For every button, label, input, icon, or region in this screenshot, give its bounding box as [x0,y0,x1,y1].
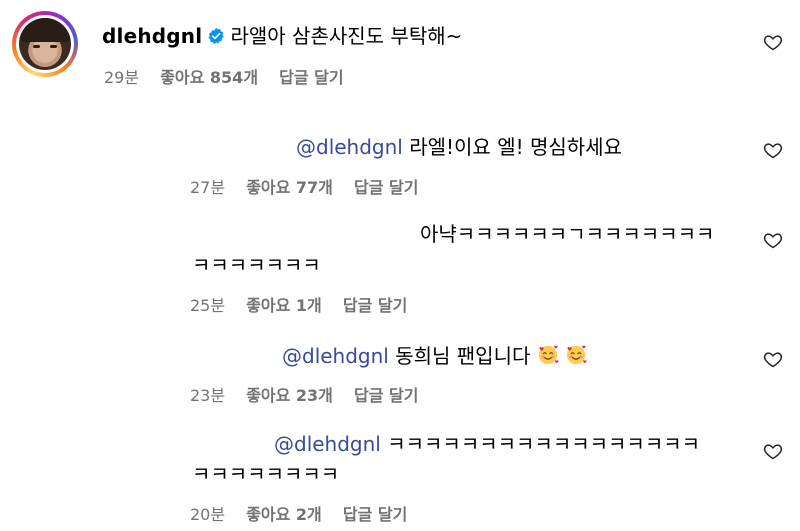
reply-time[interactable]: 27분 [190,178,225,197]
reply-text: @dlehdgnl 라엘!이요 엘! 명심하세요 [296,135,622,159]
reply-text: @dlehdgnl 동희님 팬입니다 [282,340,587,369]
comment-text: 라앨아 삼촌사진도 부탁해~ [230,24,463,48]
verified-badge-icon [208,27,225,45]
comment-header: dlehdgnl 라앨아 삼촌사진도 부탁해~ [102,20,462,49]
reply-time[interactable]: 25분 [190,296,225,315]
reply-likes[interactable]: 좋아요 2개 [246,505,322,524]
like-heart-icon[interactable] [763,140,783,160]
smiling-face-with-hearts-icon [566,345,587,365]
reply-button[interactable]: 답글 달기 [354,386,418,405]
reply-button[interactable]: 답글 달기 [279,68,343,87]
reply-text: @dlehdgnl ㅋㅋㅋㅋㅋㅋㅋㅋㅋㅋㅋㅋㅋㅋㅋㅋㅋ [274,432,701,456]
reply-text-line1: 아냑ㅋㅋㅋㅋㅋㅋㄱㅋㅋㅋㅋㅋㅋㅋ [420,222,715,246]
reply-button[interactable]: 답글 달기 [354,178,418,197]
like-heart-icon[interactable] [763,441,783,461]
mention-link[interactable]: @dlehdgnl [296,135,403,159]
like-heart-icon[interactable] [763,349,783,369]
reply-time[interactable]: 23분 [190,386,225,405]
smiling-face-with-hearts-icon [538,345,559,365]
username[interactable]: dlehdgnl [102,24,202,48]
reply-text-line2: ㅋㅋㅋㅋㅋㅋㅋㅋ [192,462,340,486]
comment-meta: 29분 좋아요 854개 답글 달기 [104,64,344,88]
comment-time[interactable]: 29분 [104,68,139,87]
profile-photo [19,18,71,70]
like-heart-icon[interactable] [763,230,783,250]
mention-link[interactable]: @dlehdgnl [274,432,381,456]
reply-likes[interactable]: 좋아요 77개 [246,178,333,197]
like-heart-icon[interactable] [763,32,783,52]
reply-meta: 27분 좋아요 77개 답글 달기 [190,174,418,198]
reply-meta: 25분 좋아요 1개 답글 달기 [190,292,407,316]
comment-likes[interactable]: 좋아요 854개 [160,68,258,87]
reply-likes[interactable]: 좋아요 23개 [246,386,333,405]
reply-meta: 20분 좋아요 2개 답글 달기 [190,501,407,525]
reply-button[interactable]: 답글 달기 [343,296,407,315]
avatar[interactable] [12,11,78,77]
reply-likes[interactable]: 좋아요 1개 [246,296,322,315]
mention-link[interactable]: @dlehdgnl [282,344,389,368]
reply-time[interactable]: 20분 [190,505,225,524]
reply-meta: 23분 좋아요 23개 답글 달기 [190,382,418,406]
reply-text-line2: ㅋㅋㅋㅋㅋㅋㅋ [192,253,321,277]
reply-button[interactable]: 답글 달기 [343,505,407,524]
